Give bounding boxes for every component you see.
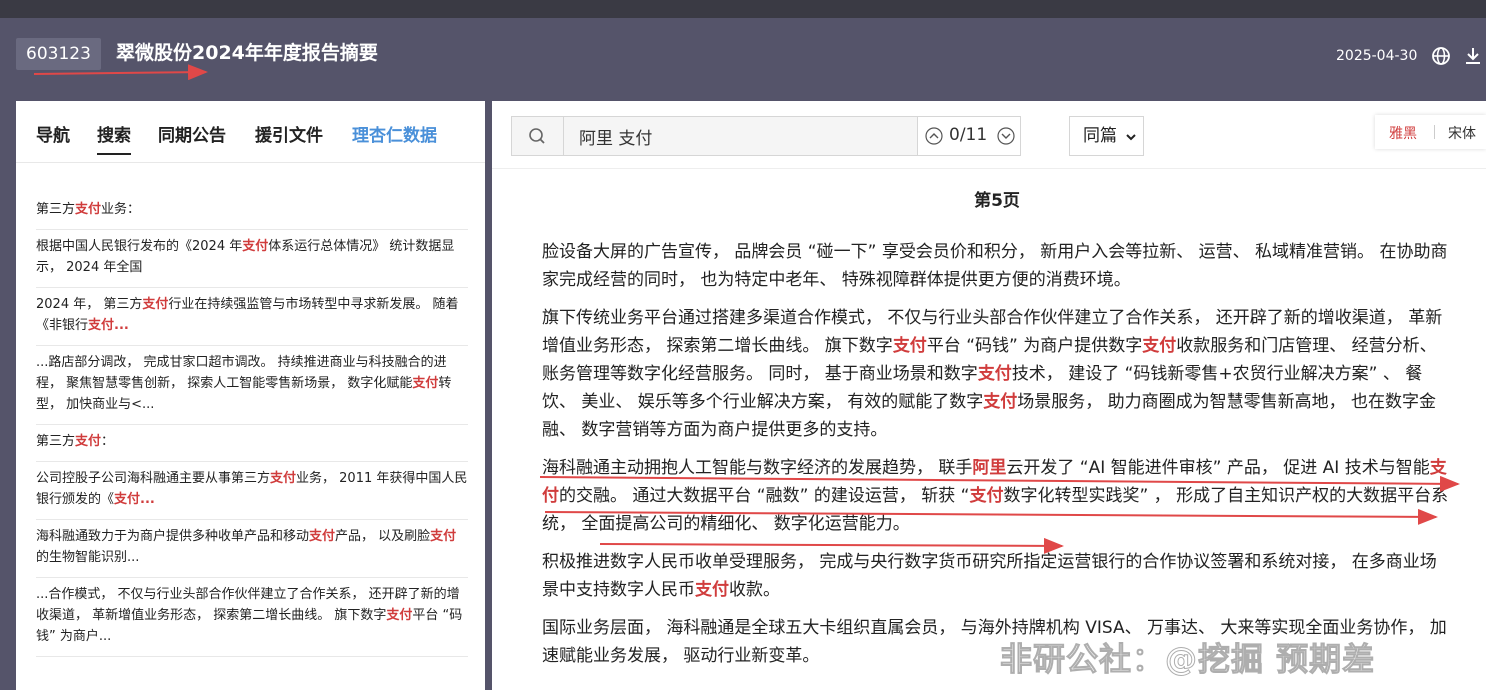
text-segment: 的生物智能识别... [36,550,140,565]
font-option-songti[interactable]: 宋体 [1448,123,1476,143]
text-segment: 第三方 [36,202,76,217]
document-header: 603123 翠微股份2024年年度报告摘要 2025-04-30 [0,18,1486,91]
search-result-item[interactable]: 2024 年， 第三方支付行业在持续强监管与市场转型中寻求新发展。 随着《非银行… [36,288,468,346]
search-highlight: 支付... [88,318,129,333]
font-switcher: 雅黑 宋体 [1375,115,1486,149]
search-result-item[interactable]: ...路店部分调改， 完成甘家口超市调改。 持续推进商业与科技融合的进程， 聚焦… [36,346,468,425]
window-top-strip [0,0,1486,18]
stock-code[interactable]: 603123 [16,38,101,70]
search-button[interactable] [512,117,564,155]
search-highlight: 支付 [142,297,169,312]
text-segment: 脸设备大屏的广告宣传， 品牌会员 “碰一下” 享受会员价和积分， 新用户入会等拉… [542,242,1448,290]
search-highlight: 支付... [114,492,155,507]
search-highlight: 支付 [983,392,1018,412]
text-segment: 产品， 以及刷脸 [335,529,431,544]
document-paragraph: 脸设备大屏的广告宣传， 品牌会员 “碰一下” 享受会员价和积分， 新用户入会等拉… [542,238,1452,294]
document-title: 翠微股份2024年年度报告摘要 [116,42,378,64]
document-paragraph: 海科融通主动拥抱人工智能与数字经济的发展趋势， 联手阿里云开发了 “AI 智能进… [542,454,1452,538]
page-number-label: 第5页 [974,191,1020,211]
search-highlight: 支付 [969,486,1004,506]
search-result-item[interactable]: 海科融通致力于为商户提供多种收单产品和移动支付产品， 以及刷脸支付的生物智能识别… [36,520,468,578]
toolbar-divider [492,168,1486,169]
search-highlight: 支付 [386,608,413,623]
chevron-down-icon[interactable] [997,127,1015,145]
document-body: 脸设备大屏的广告宣传， 品牌会员 “碰一下” 享受会员价和积分， 新用户入会等拉… [542,238,1452,680]
search-highlight: 阿里 [972,458,1007,478]
text-segment: 2024 年， 第三方 [36,297,143,312]
chevron-up-icon[interactable] [925,127,943,145]
search-icon [529,128,545,144]
search-highlight: 支付 [270,471,297,486]
search-scope-select[interactable]: 同篇 [1069,116,1144,156]
text-segment: 业务： [101,202,141,217]
text-segment: 积极推进数字人民币收单受理服务， 完成与央行数字货币研究所指定运营银行的合作协议… [542,552,1437,600]
text-segment: 第三方 [36,434,76,449]
text-segment: 公司控股子公司海科融通主要从事第三方 [36,471,271,486]
search-results-list: 第三方支付业务： 根据中国人民银行发布的《2024 年支付体系运行总体情况》 统计… [36,193,468,657]
watermark: 非研公社：@挖掘 预期差 [999,640,1376,679]
search-input[interactable] [565,117,917,155]
download-icon[interactable] [1462,45,1484,67]
text-segment: ： [101,434,115,449]
search-highlight: 支付 [242,239,269,254]
document-search-bar: 0/11 [511,116,1021,156]
chevron-down-icon [1126,134,1136,141]
font-option-yahei[interactable]: 雅黑 [1389,123,1417,143]
search-result-item[interactable]: ...合作模式， 不仅与行业头部合作伙伴建立了合作关系， 还开辟了新的增收渠道，… [36,578,468,657]
search-highlight: 支付 [977,364,1012,384]
search-highlight: 支付 [309,529,336,544]
frame-divider [0,91,1486,101]
match-counter: 0/11 [949,125,988,145]
font-option-separator [1434,125,1435,139]
document-paragraph: 积极推进数字人民币收单受理服务， 完成与央行数字货币研究所指定运营银行的合作协议… [542,548,1452,604]
report-date: 2025-04-30 [1336,48,1418,64]
tab-lixinger-data[interactable]: 理杏仁数据 [352,121,437,146]
search-result-item[interactable]: 公司控股子公司海科融通主要从事第三方支付业务， 2011 年获得中国人民银行颁发… [36,462,468,520]
search-highlight: 支付 [695,580,729,600]
search-scope-value: 同篇 [1083,126,1117,146]
search-highlight: 支付 [1142,336,1177,356]
search-result-item[interactable]: 根据中国人民银行发布的《2024 年支付体系运行总体情况》 统计数据显示， 20… [36,230,468,288]
text-segment: 的交融。 通过大数据平台 “融数” 的建设运营， 斩获 “ [559,486,970,506]
text-segment: 海科融通致力于为商户提供多种收单产品和移动 [36,529,310,544]
search-highlight: 支付 [892,336,927,356]
panel-splitter[interactable] [485,91,492,690]
tab-same-period-announcements[interactable]: 同期公告 [158,121,226,146]
document-paragraph: 旗下传统业务平台通过搭建多渠道合作模式， 不仅与行业头部合作伙伴建立了合作关系，… [542,304,1452,444]
text-segment: 海科融通主动拥抱人工智能与数字经济的发展趋势， 联手 [542,458,973,478]
search-highlight: 支付 [430,529,457,544]
tab-search[interactable]: 搜索 [97,121,131,155]
search-highlight: 支付 [412,376,439,391]
search-result-item[interactable]: 第三方支付： [36,425,468,462]
text-segment: 云开发了 “AI 智能进件审核” 产品， 促进 AI 技术与智能 [1006,458,1430,478]
search-highlight: 支付 [75,434,102,449]
search-result-item[interactable]: 第三方支付业务： [36,193,468,230]
tab-cited-documents[interactable]: 援引文件 [255,121,323,146]
tab-navigation[interactable]: 导航 [36,121,70,146]
text-segment: 收款。 [729,580,780,600]
globe-icon[interactable] [1430,45,1452,67]
document-viewer: 0/11 同篇 雅黑 宋体 第5页 脸设备大屏的广告宣传， 品牌会员 “碰一下”… [492,101,1486,690]
search-highlight: 支付 [75,202,102,217]
text-segment: 根据中国人民银行发布的《2024 年 [36,239,243,254]
sidebar-panel: 导航 搜索 同期公告 援引文件 理杏仁数据 第三方支付业务： 根据中国人民银行发布… [16,101,485,690]
sidebar-tabs: 导航 搜索 同期公告 援引文件 理杏仁数据 [16,101,485,163]
frame-divider [0,91,16,690]
text-segment: 平台 “码钱” 为商户提供数字 [926,336,1143,356]
search-result-navigator: 0/11 [917,117,1020,155]
text-segment: ...路店部分调改， 完成甘家口超市调改。 持续推进商业与科技融合的进程， 聚焦… [36,355,447,391]
